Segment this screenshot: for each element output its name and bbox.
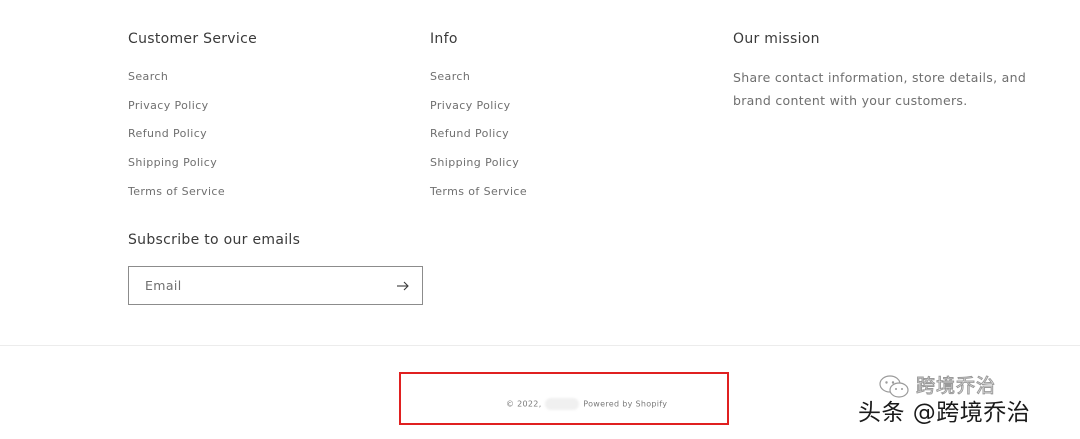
info-links: Search Privacy Policy Refund Policy Ship… bbox=[430, 67, 710, 210]
mission-text: Share contact information, store details… bbox=[733, 70, 1027, 108]
info-link-privacy-policy[interactable]: Privacy Policy bbox=[430, 96, 710, 125]
footer-column-customer-service: Customer Service Search Privacy Policy R… bbox=[128, 29, 408, 210]
subscribe-heading: Subscribe to our emails bbox=[128, 232, 301, 248]
footer-link-shipping-policy[interactable]: Shipping Policy bbox=[128, 153, 408, 182]
mission-heading: Our mission bbox=[733, 31, 820, 47]
footer-column-mission: Our mission Share contact information, s… bbox=[733, 29, 1033, 112]
email-input[interactable] bbox=[145, 267, 375, 304]
copyright-prefix: © 2022, bbox=[506, 399, 542, 409]
footer-link-privacy-policy[interactable]: Privacy Policy bbox=[128, 96, 408, 125]
site-footer: Customer Service Search Privacy Policy R… bbox=[0, 0, 1080, 439]
powered-by-shopify-link[interactable]: Powered by Shopify bbox=[583, 400, 667, 409]
footer-link-refund-policy[interactable]: Refund Policy bbox=[128, 124, 408, 153]
email-form bbox=[128, 266, 423, 305]
footer-link-search[interactable]: Search bbox=[128, 67, 408, 96]
customer-service-links: Search Privacy Policy Refund Policy Ship… bbox=[128, 67, 408, 210]
watermark-main-text: 头条 @跨境乔治 bbox=[858, 400, 1031, 426]
watermark: 跨境乔治 头条 @跨境乔治 bbox=[858, 373, 1070, 433]
info-link-shipping-policy[interactable]: Shipping Policy bbox=[430, 153, 710, 182]
info-link-search[interactable]: Search bbox=[430, 67, 710, 96]
watermark-account-name: 跨境乔治 bbox=[915, 375, 997, 398]
footer-link-terms-of-service[interactable]: Terms of Service bbox=[128, 182, 408, 211]
info-link-terms-of-service[interactable]: Terms of Service bbox=[430, 182, 710, 211]
copyright-text: © 2022, Powered by Shopify bbox=[506, 398, 667, 411]
blurred-store-name bbox=[545, 398, 580, 410]
info-link-refund-policy[interactable]: Refund Policy bbox=[430, 124, 710, 153]
footer-divider bbox=[0, 345, 1080, 346]
info-heading: Info bbox=[430, 31, 458, 47]
footer-column-info: Info Search Privacy Policy Refund Policy… bbox=[430, 29, 710, 210]
arrow-right-icon[interactable] bbox=[394, 277, 412, 295]
customer-service-heading: Customer Service bbox=[128, 31, 257, 47]
newsletter-subscribe: Subscribe to our emails bbox=[128, 230, 423, 305]
